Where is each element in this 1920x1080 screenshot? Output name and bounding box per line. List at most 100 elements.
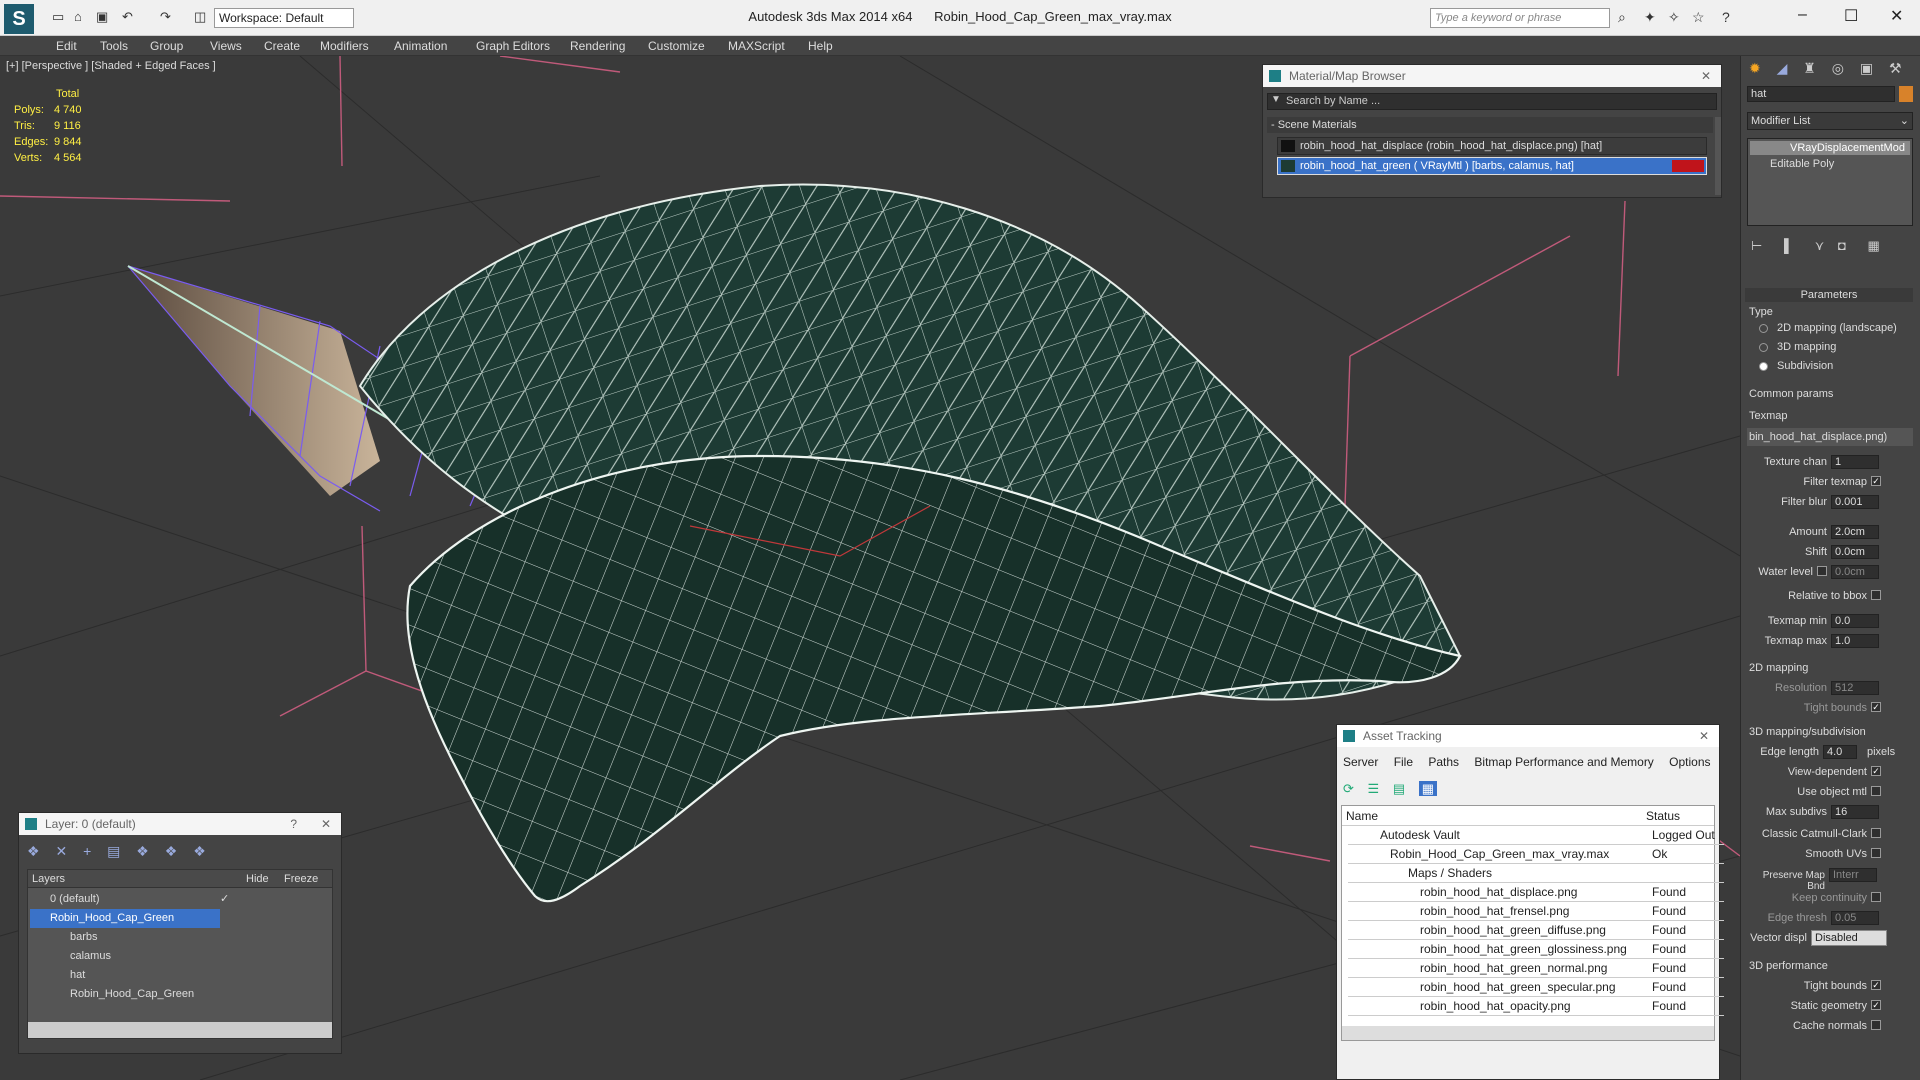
asset-menu-server[interactable]: Server bbox=[1343, 755, 1378, 769]
asset-tracking-header[interactable]: Asset Tracking ✕ bbox=[1337, 725, 1719, 747]
freeze-all-icon[interactable]: ❖ bbox=[193, 843, 206, 859]
stack-item-editable-poly[interactable]: Editable Poly bbox=[1750, 157, 1910, 171]
tight-bounds-2d-checkbox[interactable]: ✓ bbox=[1871, 702, 1881, 712]
classic-cc-checkbox[interactable] bbox=[1871, 828, 1881, 838]
asset-row[interactable]: Maps / Shaders bbox=[1348, 864, 1724, 883]
tools-icon[interactable]: ✦ bbox=[1644, 9, 1656, 26]
radio-subdivision[interactable] bbox=[1759, 362, 1768, 371]
modifier-list-dropdown[interactable]: Modifier List ⌄ bbox=[1747, 112, 1913, 130]
filter-blur-spinner[interactable]: 0.001 bbox=[1831, 495, 1879, 509]
layer-row[interactable]: barbs bbox=[30, 928, 328, 947]
asset-row[interactable]: robin_hood_hat_green_specular.png Found bbox=[1348, 978, 1724, 997]
scene-materials-header[interactable]: - Scene Materials bbox=[1267, 117, 1713, 133]
asset-close-icon[interactable]: ✕ bbox=[1699, 725, 1709, 747]
asset-row[interactable]: robin_hood_hat_green_diffuse.png Found bbox=[1348, 921, 1724, 940]
filter-texmap-checkbox[interactable]: ✓ bbox=[1871, 476, 1881, 486]
highlight-layer-icon[interactable]: ❖ bbox=[136, 843, 149, 859]
asset-row[interactable]: robin_hood_hat_opacity.png Found bbox=[1348, 997, 1724, 1016]
layer-help-icon[interactable]: ? bbox=[290, 813, 297, 835]
layer-row[interactable]: calamus bbox=[30, 947, 328, 966]
asset-menu-file[interactable]: File bbox=[1394, 755, 1413, 769]
edge-thresh-spinner[interactable]: 0.05 bbox=[1831, 911, 1879, 925]
binoculars-icon[interactable]: ⌕ bbox=[1618, 9, 1626, 26]
menu-customize[interactable]: Customize bbox=[648, 39, 705, 53]
select-in-layer-icon[interactable]: ▤ bbox=[107, 843, 120, 859]
layer-row[interactable]: 0 (default) ✓ bbox=[30, 890, 328, 909]
cache-normals-checkbox[interactable] bbox=[1871, 1020, 1881, 1030]
layer-hscrollbar[interactable] bbox=[28, 1022, 332, 1038]
use-object-mtl-checkbox[interactable] bbox=[1871, 786, 1881, 796]
make-unique-icon[interactable]: ⋎ bbox=[1815, 238, 1825, 253]
asset-menu-options[interactable]: Options bbox=[1669, 755, 1710, 769]
material-browser-close-icon[interactable]: ✕ bbox=[1701, 65, 1711, 87]
texmap-button[interactable]: bin_hood_hat_displace.png) bbox=[1747, 428, 1913, 446]
menu-group[interactable]: Group bbox=[150, 39, 183, 53]
close-icon[interactable]: ✕ bbox=[1890, 6, 1903, 26]
list-view-icon[interactable]: ☰ bbox=[1368, 781, 1380, 796]
viewport-label[interactable]: [+] [Perspective ] [Shaded + Edged Faces… bbox=[6, 60, 216, 72]
view-dependent-checkbox[interactable]: ✓ bbox=[1871, 766, 1881, 776]
menu-tools[interactable]: Tools bbox=[100, 39, 128, 53]
keyword-search-input[interactable]: Type a keyword or phrase bbox=[1430, 8, 1610, 28]
search-options-icon[interactable]: ▼ bbox=[1271, 94, 1281, 105]
col-layers[interactable]: Layers bbox=[32, 870, 65, 888]
menu-maxscript[interactable]: MAXScript bbox=[728, 39, 785, 53]
stack-item-vray[interactable]: VRayDisplacementMod bbox=[1750, 141, 1910, 155]
remove-modifier-icon[interactable]: ◘ bbox=[1838, 238, 1846, 253]
static-geometry-checkbox[interactable]: ✓ bbox=[1871, 1000, 1881, 1010]
radio-3d-mapping[interactable] bbox=[1759, 343, 1768, 352]
resolution-spinner[interactable]: 512 bbox=[1831, 681, 1879, 695]
delete-layer-icon[interactable]: ✕ bbox=[55, 843, 67, 859]
menu-views[interactable]: Views bbox=[210, 39, 242, 53]
layer-row-selected[interactable]: Robin_Hood_Cap_Green bbox=[30, 909, 220, 928]
table-view-icon[interactable]: ▦ bbox=[1418, 781, 1438, 796]
water-level-spinner[interactable]: 0.0cm bbox=[1831, 565, 1879, 579]
active-check-icon[interactable]: ✓ bbox=[220, 890, 229, 909]
display-tab-icon[interactable]: ▣ bbox=[1860, 60, 1873, 76]
menu-edit[interactable]: Edit bbox=[56, 39, 77, 53]
radio-2d-mapping[interactable] bbox=[1759, 324, 1768, 333]
material-browser-scrollbar[interactable] bbox=[1715, 117, 1721, 195]
vector-displ-dropdown[interactable]: Disabled bbox=[1811, 930, 1887, 946]
col-name[interactable]: Name bbox=[1346, 806, 1378, 826]
menu-graph-editors[interactable]: Graph Editors bbox=[476, 39, 550, 53]
maximize-icon[interactable]: ☐ bbox=[1844, 6, 1858, 26]
max-subdivs-spinner[interactable]: 16 bbox=[1831, 805, 1879, 819]
favorites-icon[interactable]: ☆ bbox=[1692, 9, 1705, 26]
asset-row[interactable]: robin_hood_hat_frensel.png Found bbox=[1348, 902, 1724, 921]
menu-animation[interactable]: Animation bbox=[394, 39, 447, 53]
add-to-layer-icon[interactable]: + bbox=[83, 843, 91, 859]
configure-sets-icon[interactable]: ▦ bbox=[1867, 238, 1879, 253]
object-color-swatch[interactable] bbox=[1899, 86, 1913, 102]
asset-row[interactable]: Autodesk Vault Logged Out bbox=[1348, 826, 1724, 845]
modify-tab-icon[interactable]: ◢ bbox=[1777, 60, 1788, 76]
tight-bounds-3d-checkbox[interactable]: ✓ bbox=[1871, 980, 1881, 990]
hide-all-icon[interactable]: ❖ bbox=[165, 843, 178, 859]
asset-row[interactable]: robin_hood_hat_displace.png Found bbox=[1348, 883, 1724, 902]
comm-center-icon[interactable]: ✧ bbox=[1668, 9, 1680, 26]
material-browser-header[interactable]: Material/Map Browser ✕ bbox=[1263, 65, 1721, 87]
texmap-max-spinner[interactable]: 1.0 bbox=[1831, 634, 1879, 648]
relative-bbox-checkbox[interactable] bbox=[1871, 590, 1881, 600]
layer-close-icon[interactable]: ✕ bbox=[321, 813, 331, 835]
feather-mesh[interactable] bbox=[128, 266, 380, 496]
col-status[interactable]: Status bbox=[1646, 806, 1680, 826]
texmap-min-spinner[interactable]: 0.0 bbox=[1831, 614, 1879, 628]
preserve-map-dropdown[interactable]: Interr bbox=[1829, 868, 1877, 882]
menu-create[interactable]: Create bbox=[264, 39, 300, 53]
amount-spinner[interactable]: 2.0cm bbox=[1831, 525, 1879, 539]
help-icon[interactable]: ? bbox=[1722, 9, 1730, 25]
create-tab-icon[interactable]: ✹ bbox=[1749, 60, 1761, 76]
refresh-icon[interactable]: ⟳ bbox=[1343, 781, 1354, 796]
col-hide[interactable]: Hide bbox=[246, 870, 269, 888]
menu-modifiers[interactable]: Modifiers bbox=[320, 39, 369, 53]
utilities-tab-icon[interactable]: ⚒ bbox=[1889, 60, 1902, 76]
hierarchy-tab-icon[interactable]: ♜ bbox=[1803, 60, 1816, 76]
parameters-rollout[interactable]: Parameters bbox=[1745, 288, 1913, 302]
shift-spinner[interactable]: 0.0cm bbox=[1831, 545, 1879, 559]
asset-row[interactable]: robin_hood_hat_green_glossiness.png Found bbox=[1348, 940, 1724, 959]
layer-row[interactable]: Robin_Hood_Cap_Green bbox=[30, 985, 328, 1004]
asset-menu-paths[interactable]: Paths bbox=[1428, 755, 1459, 769]
water-level-checkbox[interactable] bbox=[1817, 566, 1827, 576]
asset-menu-bitmap[interactable]: Bitmap Performance and Memory bbox=[1474, 755, 1653, 769]
